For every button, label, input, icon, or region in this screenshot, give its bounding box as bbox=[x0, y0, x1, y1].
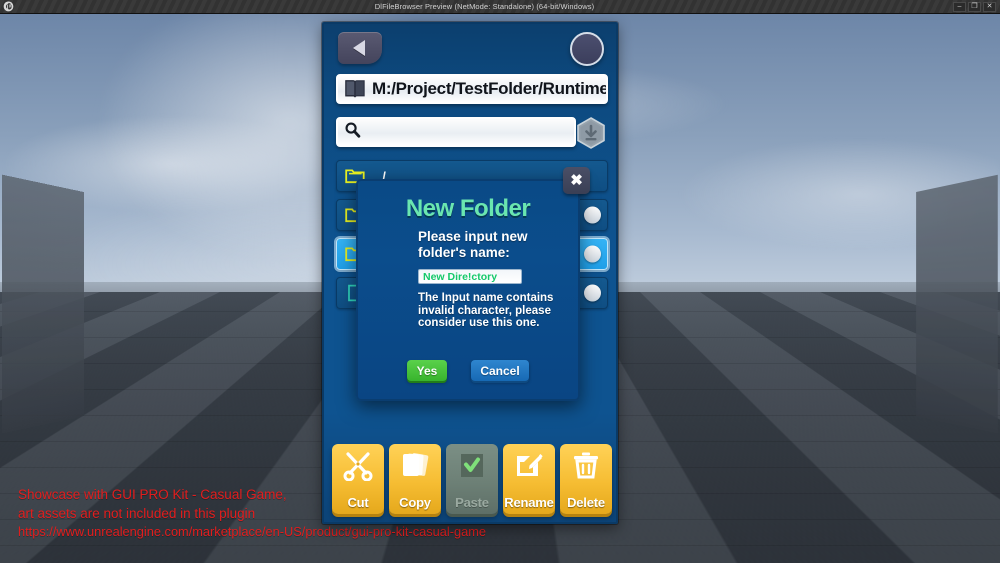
rename-button[interactable]: Rename bbox=[503, 444, 555, 514]
cut-button[interactable]: Cut bbox=[332, 444, 384, 514]
cut-label: Cut bbox=[347, 495, 369, 510]
showcase-url[interactable]: https://www.unrealengine.com/marketplace… bbox=[18, 523, 658, 542]
search-row bbox=[336, 117, 608, 149]
prompt-text: Please input new folder's name: bbox=[418, 229, 528, 260]
search-box[interactable] bbox=[336, 117, 576, 147]
app-screen: DlFileBrowser Preview (NetMode: Standalo… bbox=[0, 0, 1000, 563]
confirm-button[interactable]: Yes bbox=[407, 360, 447, 381]
row-toggle[interactable] bbox=[584, 284, 601, 302]
back-button[interactable] bbox=[338, 32, 382, 64]
validation-hint: The Input name contains invalid characte… bbox=[418, 292, 554, 330]
new-folder-dialog: ✖ New Folder Please input new folder's n… bbox=[356, 167, 590, 401]
pencil-edit-icon bbox=[512, 451, 546, 481]
wall-right bbox=[916, 174, 998, 434]
scissors-icon bbox=[341, 451, 375, 482]
download-hex-icon bbox=[577, 117, 605, 149]
avatar-circle-icon[interactable] bbox=[570, 32, 604, 66]
wall-left bbox=[2, 174, 84, 434]
trash-icon bbox=[569, 451, 603, 481]
path-bar[interactable]: M:/Project/TestFolder/Runtime/. bbox=[336, 74, 608, 104]
dialog-actions: Yes Cancel bbox=[358, 360, 578, 381]
rename-label: Rename bbox=[504, 495, 554, 510]
minimize-button[interactable]: – bbox=[953, 1, 966, 12]
copy-button[interactable]: Copy bbox=[389, 444, 441, 514]
action-toolbar: Cut Copy Paste Rename Delete bbox=[332, 444, 612, 514]
window-titlebar: DlFileBrowser Preview (NetMode: Standalo… bbox=[0, 0, 1000, 14]
maximize-button[interactable]: ❐ bbox=[968, 1, 981, 12]
row-toggle[interactable] bbox=[584, 206, 601, 224]
dialog-body: Please input new folder's name: New Dire… bbox=[418, 229, 568, 330]
book-icon bbox=[344, 79, 366, 99]
paste-button[interactable]: Paste bbox=[446, 444, 498, 514]
back-arrow-icon bbox=[352, 40, 365, 56]
dialog-close-button[interactable]: ✖ bbox=[563, 167, 590, 194]
window-title: DlFileBrowser Preview (NetMode: Standalo… bbox=[374, 2, 595, 11]
folder-name-value: New Dire!ctory bbox=[423, 270, 498, 283]
paste-label: Paste bbox=[455, 495, 489, 510]
search-icon bbox=[344, 121, 361, 143]
clipboard-check-icon bbox=[455, 451, 489, 481]
unreal-engine-logo-icon bbox=[0, 0, 16, 14]
delete-button[interactable]: Delete bbox=[560, 444, 612, 514]
delete-label: Delete bbox=[567, 495, 605, 510]
copy-label: Copy bbox=[399, 495, 431, 510]
copy-pages-icon bbox=[398, 451, 432, 481]
file-browser-panel: M:/Project/TestFolder/Runtime/. ../ Cut … bbox=[322, 22, 618, 524]
dialog-title: New Folder bbox=[405, 195, 531, 222]
window-controls: – ❐ ✕ bbox=[953, 1, 1000, 12]
download-hex-button[interactable] bbox=[574, 116, 608, 150]
close-button[interactable]: ✕ bbox=[983, 1, 996, 12]
row-toggle[interactable] bbox=[584, 245, 601, 263]
search-input[interactable] bbox=[367, 124, 568, 140]
folder-name-input[interactable]: New Dire!ctory bbox=[418, 269, 522, 284]
path-text: M:/Project/TestFolder/Runtime/. bbox=[372, 79, 608, 98]
cancel-button[interactable]: Cancel bbox=[471, 360, 529, 381]
